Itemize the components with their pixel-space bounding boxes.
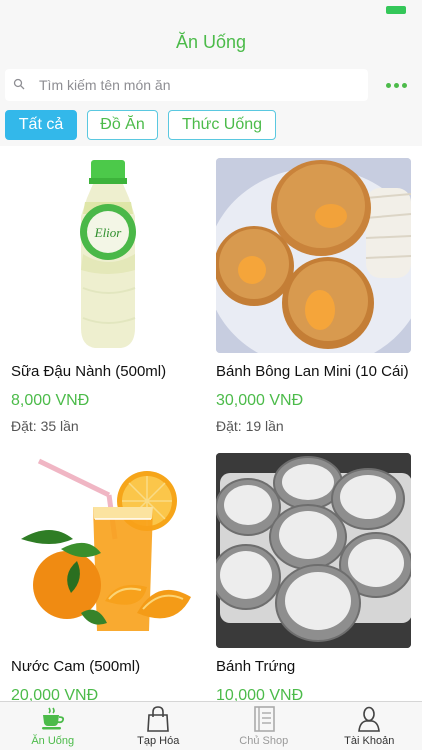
search-icon bbox=[13, 78, 27, 92]
tab-label: Tài Khoản bbox=[344, 735, 395, 747]
soy-milk-image: Elior bbox=[11, 158, 206, 353]
egg-tart-image bbox=[216, 453, 411, 648]
product-price: 20,000 VNĐ bbox=[11, 687, 99, 702]
dot-icon bbox=[402, 82, 407, 88]
navigation-bar: Ăn Uống bbox=[0, 20, 422, 64]
user-icon bbox=[354, 706, 384, 732]
search-row bbox=[0, 64, 422, 106]
tab-an-uong[interactable]: Ăn Uống bbox=[0, 702, 106, 750]
filter-drinks-button[interactable]: Thức Uống bbox=[168, 110, 276, 140]
tab-label: Ăn Uống bbox=[31, 735, 75, 747]
filter-food-button[interactable]: Đồ Ăn bbox=[87, 110, 158, 140]
product-order-count: Đặt: 35 lần bbox=[11, 418, 79, 434]
tab-chu-shop[interactable]: Chủ Shop bbox=[211, 702, 317, 750]
product-card-orange-juice[interactable]: Nước Cam (500ml) 20,000 VNĐ bbox=[11, 453, 206, 702]
product-card-sponge-cake[interactable]: Bánh Bông Lan Mini (10 Cái) 30,000 VNĐ Đ… bbox=[216, 158, 411, 434]
tab-tap-hoa[interactable]: Tạp Hóa bbox=[106, 702, 212, 750]
product-grid[interactable]: Elior Sữa Đậu Nành (500ml) 8,000 VNĐ Đặt… bbox=[0, 150, 422, 702]
filter-all-button[interactable]: Tất cả bbox=[5, 110, 77, 140]
product-card-egg-tart[interactable]: Bánh Trứng 10,000 VNĐ bbox=[216, 453, 411, 702]
product-card-soy-milk[interactable]: Elior Sữa Đậu Nành (500ml) 8,000 VNĐ Đặt… bbox=[11, 158, 206, 434]
coffee-cup-icon bbox=[38, 706, 68, 732]
product-price: 10,000 VNĐ bbox=[216, 687, 304, 702]
filter-tabs: Tất cả Đồ Ăn Thức Uống bbox=[0, 106, 422, 146]
dot-icon bbox=[386, 82, 391, 88]
product-name: Sữa Đậu Nành (500ml) bbox=[11, 363, 167, 380]
product-price: 30,000 VNĐ bbox=[216, 392, 304, 409]
notebook-icon bbox=[249, 706, 279, 732]
search-input[interactable] bbox=[39, 77, 339, 93]
page-title: Ăn Uống bbox=[175, 31, 247, 52]
orange-juice-image bbox=[11, 453, 206, 648]
sponge-cake-image bbox=[216, 158, 411, 353]
bottle-brand-label: Elior bbox=[94, 225, 123, 240]
shopping-bag-icon bbox=[143, 706, 173, 732]
product-order-count: Đặt: 19 lần bbox=[216, 418, 284, 434]
tab-label: Tạp Hóa bbox=[137, 735, 180, 747]
dot-icon bbox=[394, 82, 399, 88]
status-bar bbox=[0, 0, 422, 20]
tab-label: Chủ Shop bbox=[239, 735, 289, 747]
product-price: 8,000 VNĐ bbox=[11, 392, 90, 409]
tab-bar: Ăn Uống Tạp Hóa Chủ Shop Tài Khoản bbox=[0, 701, 422, 750]
battery-icon bbox=[386, 6, 406, 14]
search-box[interactable] bbox=[5, 69, 368, 101]
product-name: Bánh Bông Lan Mini (10 Cái) bbox=[216, 363, 409, 380]
product-name: Bánh Trứng bbox=[216, 658, 296, 675]
product-name: Nước Cam (500ml) bbox=[11, 658, 141, 675]
tab-tai-khoan[interactable]: Tài Khoản bbox=[317, 702, 422, 750]
more-options-button[interactable] bbox=[386, 82, 407, 88]
